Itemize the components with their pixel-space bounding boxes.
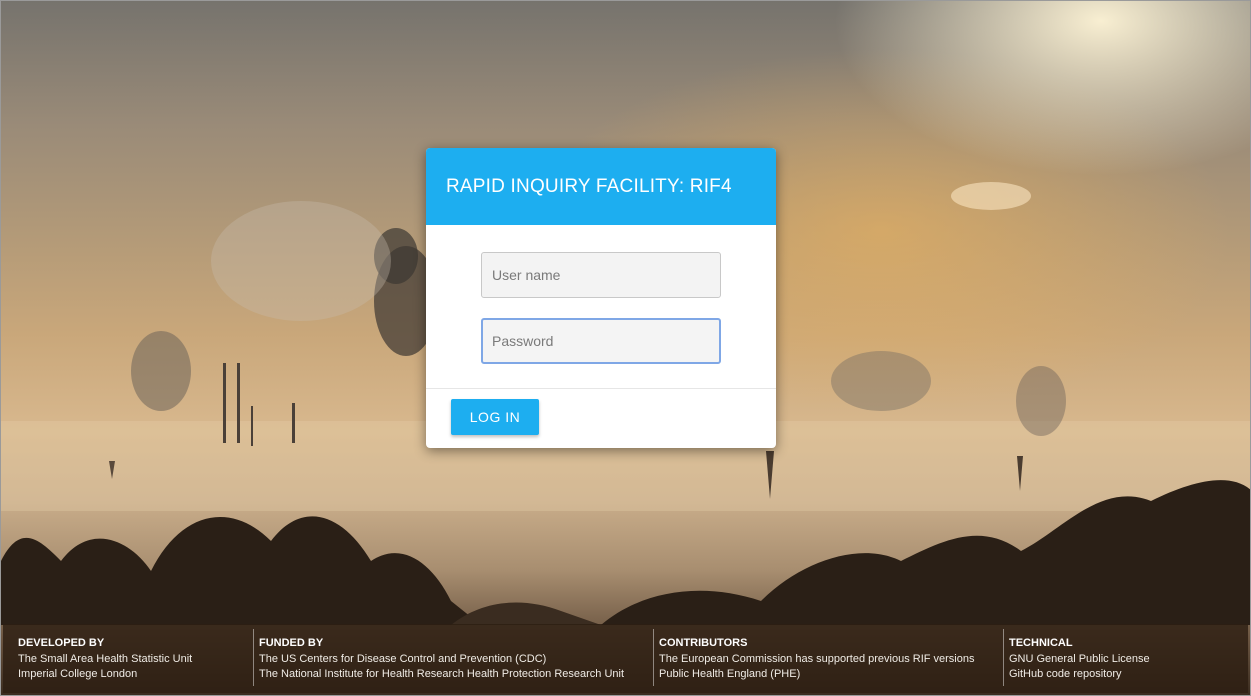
footer-line: The National Institute for Health Resear… — [259, 668, 625, 680]
footer-technical: TECHNICAL GNU General Public License Git… — [1003, 629, 1243, 686]
username-input[interactable] — [481, 252, 721, 298]
footer-column-title: CONTRIBUTORS — [659, 637, 748, 649]
footer-line: The US Centers for Disease Control and P… — [259, 653, 547, 665]
github-repository-link[interactable]: GitHub code repository — [1009, 667, 1243, 682]
footer-column-title: TECHNICAL — [1009, 637, 1073, 649]
footer-funded-by: FUNDED BY The US Centers for Disease Con… — [253, 629, 653, 686]
footer-line: Imperial College London — [18, 668, 138, 680]
card-divider — [426, 388, 776, 389]
footer-column-title: DEVELOPED BY — [18, 637, 105, 649]
footer-contributors: CONTRIBUTORS The European Commission has… — [653, 629, 1003, 686]
footer-line: The European Commission has supported pr… — [659, 653, 975, 665]
gnu-license-link[interactable]: GNU General Public License — [1009, 652, 1243, 667]
footer-line: The Small Area Health Statistic Unit — [18, 653, 193, 665]
footer-line: Public Health England (PHE) — [659, 668, 801, 680]
login-card-header: RAPID INQUIRY FACILITY: RIF4 — [426, 148, 776, 225]
app-title: RAPID INQUIRY FACILITY: RIF4 — [446, 175, 732, 197]
footer-developed-by: DEVELOPED BY The Small Area Health Stati… — [18, 624, 253, 693]
login-card: RAPID INQUIRY FACILITY: RIF4 LOG IN — [426, 148, 776, 448]
password-input[interactable] — [481, 318, 721, 364]
footer: DEVELOPED BY The Small Area Health Stati… — [3, 624, 1248, 693]
footer-column-title: FUNDED BY — [259, 637, 324, 649]
login-button[interactable]: LOG IN — [451, 399, 539, 435]
